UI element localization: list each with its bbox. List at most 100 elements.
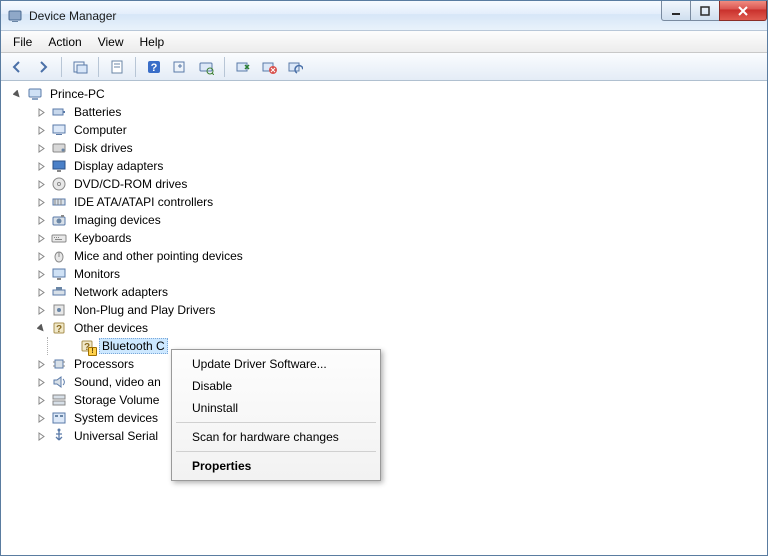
expand-icon[interactable] [35, 304, 47, 316]
battery-icon [51, 104, 67, 120]
tree-category[interactable]: Sound, video an [5, 373, 763, 391]
expand-icon[interactable] [35, 376, 47, 388]
close-button[interactable] [719, 1, 767, 21]
camera-icon [51, 212, 67, 228]
tree-category[interactable]: System devices [5, 409, 763, 427]
toolbar-separator [135, 57, 136, 77]
expand-icon[interactable] [35, 394, 47, 406]
tree-category[interactable]: Keyboards [5, 229, 763, 247]
svg-text:?: ? [56, 324, 62, 335]
context-menu-scan[interactable]: Scan for hardware changes [174, 426, 378, 448]
context-menu: Update Driver Software... Disable Uninst… [171, 349, 381, 481]
expand-icon[interactable] [35, 358, 47, 370]
minimize-button[interactable] [661, 1, 691, 21]
dvd-icon [51, 176, 67, 192]
expand-icon[interactable] [35, 160, 47, 172]
tree-category[interactable]: IDE ATA/ATAPI controllers [5, 193, 763, 211]
driver-icon [51, 302, 67, 318]
tree-category[interactable]: Computer [5, 121, 763, 139]
expand-icon[interactable] [35, 196, 47, 208]
toolbar-properties-button[interactable] [105, 55, 129, 79]
tree-category-label: DVD/CD-ROM drives [71, 176, 190, 192]
context-menu-separator [176, 422, 376, 423]
sound-icon [51, 374, 67, 390]
tree-category-label: Non-Plug and Play Drivers [71, 302, 218, 318]
toolbar-disable-button[interactable] [283, 55, 307, 79]
tree-category[interactable]: Non-Plug and Play Drivers [5, 301, 763, 319]
storage-icon [51, 392, 67, 408]
tree-root-label: Prince-PC [47, 86, 108, 102]
expand-icon[interactable] [35, 178, 47, 190]
expand-icon[interactable] [35, 412, 47, 424]
toolbar-show-hidden-button[interactable] [68, 55, 92, 79]
expand-icon[interactable] [35, 124, 47, 136]
toolbar-back-button[interactable] [5, 55, 29, 79]
unknown-device-icon: ?! [79, 338, 95, 354]
collapse-icon[interactable] [35, 322, 47, 334]
cpu-icon [51, 356, 67, 372]
system-icon [51, 410, 67, 426]
tree-category[interactable]: Disk drives [5, 139, 763, 157]
keyboard-icon [51, 230, 67, 246]
device-tree[interactable]: Prince-PC Batteries Computer Disk drives… [1, 81, 767, 555]
tree-category-label: Storage Volume [71, 392, 162, 408]
tree-category-label: Mice and other pointing devices [71, 248, 246, 264]
maximize-button[interactable] [690, 1, 720, 21]
toolbar-separator [224, 57, 225, 77]
tree-device-label: Bluetooth C [99, 338, 168, 354]
tree-category[interactable]: Mice and other pointing devices [5, 247, 763, 265]
tree-category-label: Imaging devices [71, 212, 164, 228]
toolbar-update-button[interactable] [168, 55, 192, 79]
ide-icon [51, 194, 67, 210]
tree-category-label: Disk drives [71, 140, 136, 156]
expand-icon[interactable] [35, 250, 47, 262]
tree-category-label: IDE ATA/ATAPI controllers [71, 194, 216, 210]
toolbar-uninstall-button[interactable] [257, 55, 281, 79]
context-menu-uninstall[interactable]: Uninstall [174, 397, 378, 419]
tree-category-label: Batteries [71, 104, 124, 120]
expand-icon[interactable] [35, 286, 47, 298]
context-menu-update-driver[interactable]: Update Driver Software... [174, 353, 378, 375]
expand-icon[interactable] [35, 214, 47, 226]
tree-category[interactable]: Network adapters [5, 283, 763, 301]
display-icon [51, 158, 67, 174]
device-manager-window: Device Manager File Action View Help ? [0, 0, 768, 556]
computer-icon [51, 122, 67, 138]
tree-category[interactable]: DVD/CD-ROM drives [5, 175, 763, 193]
tree-category[interactable]: Monitors [5, 265, 763, 283]
menu-help[interactable]: Help [132, 33, 173, 51]
tree-category[interactable]: Universal Serial [5, 427, 763, 445]
context-menu-disable[interactable]: Disable [174, 375, 378, 397]
tree-root[interactable]: Prince-PC [5, 85, 763, 103]
collapse-icon[interactable] [11, 88, 23, 100]
tree-category[interactable]: Batteries [5, 103, 763, 121]
tree-category[interactable]: Imaging devices [5, 211, 763, 229]
toolbar-forward-button[interactable] [31, 55, 55, 79]
tree-category-label: System devices [71, 410, 161, 426]
tree-category[interactable]: ? Other devices [5, 319, 763, 337]
toolbar-separator [61, 57, 62, 77]
tree-category-label: Keyboards [71, 230, 134, 246]
tree-category[interactable]: Storage Volume [5, 391, 763, 409]
window-title: Device Manager [29, 9, 116, 23]
tree-device[interactable]: ?! Bluetooth C [5, 337, 763, 355]
toolbar-enable-button[interactable] [231, 55, 255, 79]
context-menu-properties[interactable]: Properties [174, 455, 378, 477]
toolbar-scan-button[interactable] [194, 55, 218, 79]
expand-icon[interactable] [35, 430, 47, 442]
toolbar: ? [1, 53, 767, 81]
expand-icon[interactable] [35, 106, 47, 118]
menu-view[interactable]: View [90, 33, 132, 51]
toolbar-help-button[interactable]: ? [142, 55, 166, 79]
mouse-icon [51, 248, 67, 264]
expand-icon[interactable] [35, 232, 47, 244]
monitor-icon [51, 266, 67, 282]
tree-category[interactable]: Processors [5, 355, 763, 373]
menu-action[interactable]: Action [40, 33, 89, 51]
menu-file[interactable]: File [5, 33, 40, 51]
expand-icon[interactable] [35, 268, 47, 280]
expand-icon[interactable] [35, 142, 47, 154]
spacer [63, 340, 75, 352]
tree-category[interactable]: Display adapters [5, 157, 763, 175]
context-menu-separator [176, 451, 376, 452]
